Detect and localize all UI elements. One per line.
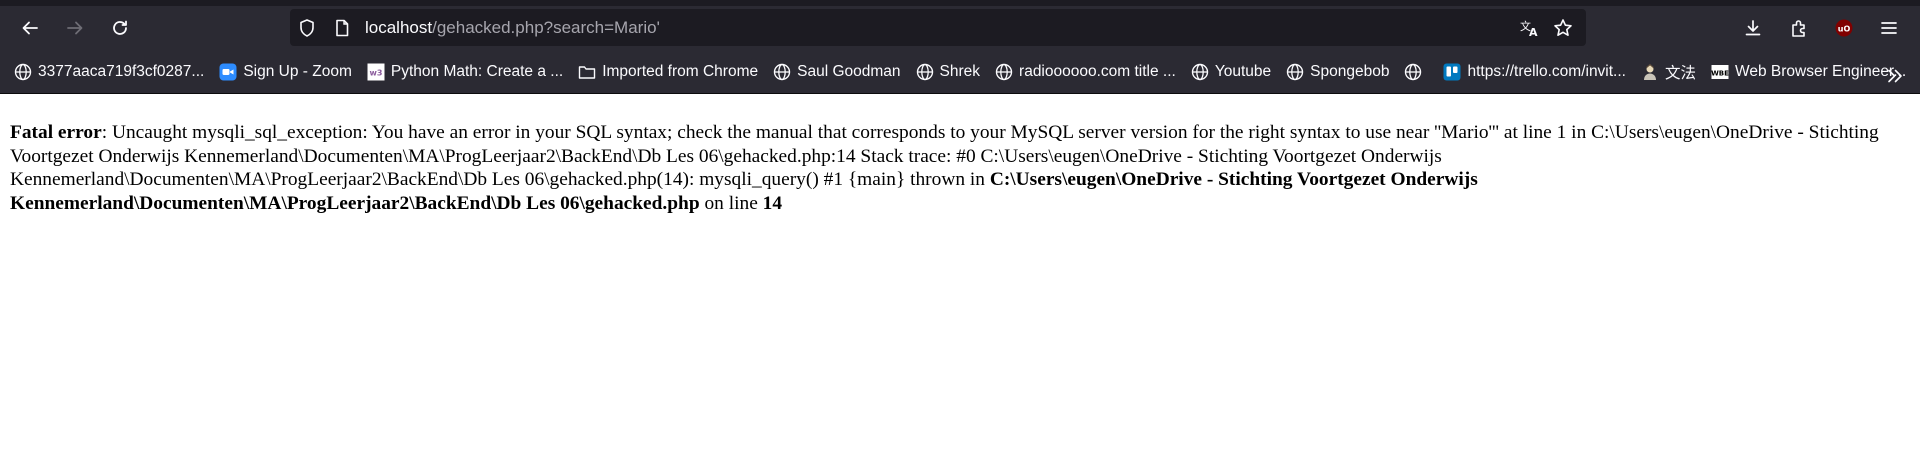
bookmark-item[interactable] [1404,63,1428,81]
error-message: : Uncaught mysqli_sql_exception: You hav… [10,122,1879,190]
character-icon [1641,63,1659,81]
translate-icon[interactable]: 文A [1518,17,1542,39]
browser-chrome: localhost/gehacked.php?search=Mario' 文A … [0,0,1920,94]
bookmark-label: Shrek [939,62,981,80]
bookmark-item[interactable]: Sign Up - Zoom [219,63,352,81]
globe-icon [995,63,1013,81]
error-line-number: 14 [762,192,783,214]
globe-icon [14,63,32,81]
bookmark-item[interactable]: Shrek [916,62,981,81]
bookmark-label: radioooooo.com title ... [1019,62,1176,80]
app-menu-button[interactable] [1873,12,1905,44]
svg-text:w3: w3 [369,68,382,77]
bookmark-item[interactable]: Youtube [1191,63,1271,81]
chevron-double-right-icon [1888,69,1902,83]
globe-icon [773,63,791,81]
bookmark-label: Sign Up - Zoom [243,62,352,80]
globe-icon [1191,63,1209,81]
bookmark-item[interactable]: WBE Web Browser Engineer... [1711,63,1906,81]
reload-button[interactable] [104,12,136,44]
folder-icon [578,63,596,81]
ublock-origin-button[interactable]: uO [1828,12,1860,44]
globe-icon [1286,63,1304,81]
trello-icon [1443,63,1461,81]
globe-icon [1404,63,1422,81]
forward-arrow-icon [67,21,83,35]
svg-text:A: A [1529,26,1538,38]
bookmark-label: Python Math: Create a ... [390,62,564,80]
globe-icon [916,63,934,81]
svg-text:WBE: WBE [1711,69,1729,77]
reload-icon [113,20,127,35]
bookmark-item[interactable]: Saul Goodman [773,62,901,81]
error-label: Fatal error [10,122,102,143]
download-icon [1745,20,1761,36]
tracking-protection-shield-icon[interactable] [296,17,318,39]
downloads-button[interactable] [1737,12,1769,44]
bookmark-label: 文法 [1664,64,1696,82]
back-arrow-icon [22,21,38,35]
bookmark-item[interactable]: 3377aaca719f3cf0287... [14,63,204,81]
bookmark-item[interactable]: w3 Python Math: Create a ... [367,63,563,81]
bookmark-label: 3377aaca719f3cf0287... [38,62,205,80]
forward-button[interactable] [59,12,91,44]
error-on-line-text: on line [699,192,763,214]
bookmark-label: Imported from Chrome [602,62,759,80]
zoom-icon [219,63,237,81]
back-button[interactable] [14,12,46,44]
wbe-icon: WBE [1711,63,1729,81]
bookmark-item[interactable]: Spongebob [1286,63,1389,81]
bookmark-label: https://trello.com/invit... [1467,62,1626,80]
ublock-origin-icon: uO [1835,19,1853,37]
url-host: localhost [365,18,433,37]
bookmark-star-icon[interactable] [1552,17,1574,39]
url-path: /gehacked.php?search=Mario' [432,18,660,37]
w3schools-icon: w3 [367,63,385,81]
extensions-button[interactable] [1783,12,1815,44]
hamburger-menu-icon [1881,22,1897,34]
bookmark-folder[interactable]: Imported from Chrome [578,63,758,81]
bookmark-label: Spongebob [1310,62,1390,80]
url-text[interactable]: localhost/gehacked.php?search=Mario' [365,9,660,46]
page-info-icon[interactable] [331,17,353,39]
bookmark-item[interactable]: radioooooo.com title ... [995,63,1176,81]
svg-text:uO: uO [1838,25,1851,34]
bookmark-item[interactable]: https://trello.com/invit... [1443,63,1626,81]
bookmark-label: Youtube [1214,62,1272,80]
bookmarks-toolbar: 3377aaca719f3cf0287... Sign Up - Zoom w3… [0,50,1920,94]
bookmark-label: Saul Goodman [797,62,901,80]
bookmark-item[interactable]: 文法 [1641,61,1696,83]
navigation-toolbar: localhost/gehacked.php?search=Mario' 文A … [0,6,1920,50]
puzzle-piece-icon [1792,20,1805,37]
page-content: Fatal error: Uncaught mysqli_sql_excepti… [0,94,1920,215]
bookmarks-overflow-button[interactable] [1881,62,1909,90]
address-bar[interactable]: localhost/gehacked.php?search=Mario' 文A [290,9,1586,46]
